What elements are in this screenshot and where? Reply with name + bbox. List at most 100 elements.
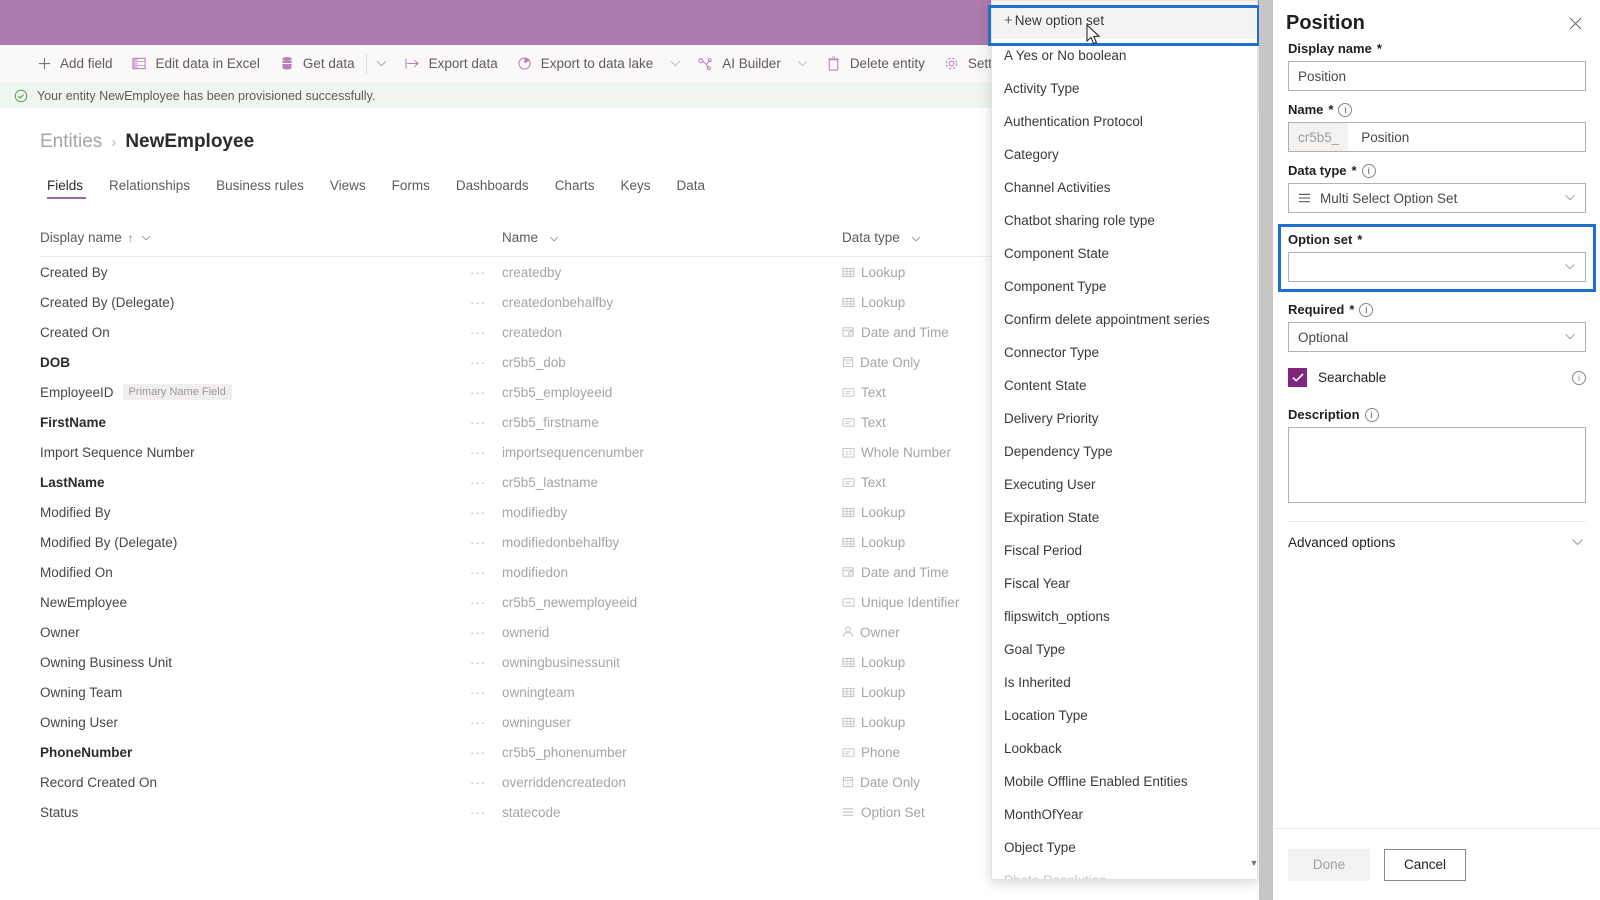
row-more-actions-icon[interactable]: ··· bbox=[470, 445, 502, 460]
dropdown-item[interactable]: Fiscal Period bbox=[992, 534, 1257, 567]
info-icon[interactable]: i bbox=[1338, 102, 1353, 117]
column-header-name[interactable]: Name bbox=[502, 230, 842, 245]
cell-logical-name: cr5b5_phonenumber bbox=[502, 744, 627, 760]
command-export-data[interactable]: Export data bbox=[395, 45, 507, 83]
tab-keys[interactable]: Keys bbox=[607, 178, 663, 199]
dropdown-item[interactable]: Component State bbox=[992, 237, 1257, 270]
close-icon[interactable] bbox=[1564, 13, 1586, 35]
option-set-select[interactable] bbox=[1288, 252, 1586, 282]
advanced-options-toggle[interactable]: Advanced options bbox=[1288, 521, 1586, 550]
description-textarea[interactable] bbox=[1288, 427, 1586, 503]
breadcrumb-entities-link[interactable]: Entities bbox=[40, 131, 102, 153]
row-more-actions-icon[interactable]: ··· bbox=[470, 265, 502, 280]
display-name-input[interactable]: Position bbox=[1288, 61, 1586, 91]
trash-icon bbox=[825, 55, 843, 73]
row-more-actions-icon[interactable]: ··· bbox=[470, 805, 502, 820]
info-icon[interactable]: i bbox=[1359, 302, 1374, 317]
dropdown-item[interactable]: Mobile Offline Enabled Entities bbox=[992, 765, 1257, 798]
dropdown-item[interactable]: Connector Type bbox=[992, 336, 1257, 369]
dropdown-item[interactable]: Authentication Protocol bbox=[992, 105, 1257, 138]
new-option-set-button[interactable]: + New option set bbox=[992, 1, 1257, 39]
dropdown-item[interactable]: Activity Type bbox=[992, 72, 1257, 105]
chevron-down-icon bbox=[1571, 537, 1584, 549]
dropdown-scroll-down-arrow-icon[interactable]: ▼ bbox=[1248, 857, 1257, 869]
row-more-actions-icon[interactable]: ··· bbox=[470, 595, 502, 610]
command-export-to-data-lake[interactable]: Export to data lake bbox=[507, 45, 663, 83]
row-more-actions-icon[interactable]: ··· bbox=[470, 745, 502, 760]
chevron-down-icon[interactable] bbox=[141, 235, 151, 241]
command-delete-entity[interactable]: Delete entity bbox=[816, 45, 934, 83]
dropdown-item[interactable]: A Yes or No boolean bbox=[992, 39, 1257, 72]
done-button[interactable]: Done bbox=[1288, 848, 1370, 881]
dropdown-item[interactable]: Is Inherited bbox=[992, 666, 1257, 699]
tab-relationships[interactable]: Relationships bbox=[96, 178, 203, 199]
dropdown-item[interactable]: Location Type bbox=[992, 699, 1257, 732]
dropdown-item-partial[interactable]: Photo Resolution bbox=[992, 864, 1257, 879]
dropdown-item[interactable]: Confirm delete appointment series bbox=[992, 303, 1257, 336]
row-more-actions-icon[interactable]: ··· bbox=[470, 685, 502, 700]
command-ai-builder[interactable]: AI Builder bbox=[688, 45, 790, 83]
info-icon[interactable]: i bbox=[1364, 407, 1379, 422]
name-input[interactable]: cr5b5_ Position bbox=[1288, 122, 1586, 152]
option-set-dropdown[interactable]: + New option set A Yes or No boolean Acti… bbox=[991, 0, 1258, 880]
dropdown-item[interactable]: Dependency Type bbox=[992, 435, 1257, 468]
tab-business-rules[interactable]: Business rules bbox=[203, 178, 317, 199]
row-more-actions-icon[interactable]: ··· bbox=[470, 325, 502, 340]
dropdown-item[interactable]: Executing User bbox=[992, 468, 1257, 501]
tab-fields[interactable]: Fields bbox=[42, 178, 96, 199]
dropdown-item[interactable]: MonthOfYear bbox=[992, 798, 1257, 831]
tab-forms[interactable]: Forms bbox=[379, 178, 443, 199]
row-more-actions-icon[interactable]: ··· bbox=[470, 355, 502, 370]
row-more-actions-icon[interactable]: ··· bbox=[470, 415, 502, 430]
row-more-actions-icon[interactable]: ··· bbox=[470, 475, 502, 490]
tab-data[interactable]: Data bbox=[663, 178, 718, 199]
row-more-actions-icon[interactable]: ··· bbox=[470, 535, 502, 550]
cancel-button[interactable]: Cancel bbox=[1384, 848, 1466, 881]
row-more-actions-icon[interactable]: ··· bbox=[470, 385, 502, 400]
command-get-data[interactable]: Get data bbox=[269, 45, 364, 83]
tab-views[interactable]: Views bbox=[317, 178, 379, 199]
dropdown-item[interactable]: Lookback bbox=[992, 732, 1257, 765]
required-select[interactable]: Optional bbox=[1288, 322, 1586, 352]
dropdown-item[interactable]: Chatbot sharing role type bbox=[992, 204, 1257, 237]
row-more-actions-icon[interactable]: ··· bbox=[470, 655, 502, 670]
command-edit-data-in-excel[interactable]: Edit data in Excel bbox=[122, 45, 269, 83]
dateonly-icon bbox=[842, 356, 854, 368]
dropdown-item[interactable]: Category bbox=[992, 138, 1257, 171]
ai-builder-chevron-down-icon[interactable] bbox=[790, 45, 816, 83]
chevron-down-icon[interactable] bbox=[549, 236, 559, 242]
panel-body: Display name * Position Name * i cr5b5_ … bbox=[1274, 41, 1600, 550]
dropdown-item[interactable]: Fiscal Year bbox=[992, 567, 1257, 600]
info-icon[interactable]: i bbox=[1361, 163, 1376, 178]
row-more-actions-icon[interactable]: ··· bbox=[470, 505, 502, 520]
tab-charts[interactable]: Charts bbox=[542, 178, 608, 199]
dropdown-item[interactable]: Goal Type bbox=[992, 633, 1257, 666]
field-display-name: PhoneNumber bbox=[40, 744, 133, 760]
column-header-display-name[interactable]: Display name ↑ bbox=[40, 230, 470, 245]
data-type-label: Date and Time bbox=[861, 564, 949, 580]
data-type-select[interactable]: Multi Select Option Set bbox=[1288, 183, 1586, 213]
dropdown-item[interactable]: Expiration State bbox=[992, 501, 1257, 534]
row-more-actions-icon[interactable]: ··· bbox=[470, 625, 502, 640]
cell-display-name: Created On bbox=[40, 325, 470, 340]
dropdown-item[interactable]: flipswitch_options bbox=[992, 600, 1257, 633]
required-asterisk: * bbox=[1351, 163, 1357, 178]
export-data-lake-chevron-down-icon[interactable] bbox=[662, 45, 688, 83]
guid-icon bbox=[842, 597, 855, 608]
dropdown-item[interactable]: Channel Activities bbox=[992, 171, 1257, 204]
info-icon[interactable]: i bbox=[1572, 370, 1586, 385]
dropdown-item[interactable]: Object Type bbox=[992, 831, 1257, 864]
row-more-actions-icon[interactable]: ··· bbox=[470, 295, 502, 310]
dropdown-item[interactable]: Content State bbox=[992, 369, 1257, 402]
get-data-chevron-down-icon[interactable] bbox=[369, 45, 395, 83]
dropdown-item[interactable]: Component Type bbox=[992, 270, 1257, 303]
command-add-field[interactable]: Add field bbox=[26, 45, 122, 83]
chevron-down-icon[interactable] bbox=[911, 236, 921, 242]
searchable-checkbox[interactable] bbox=[1288, 368, 1307, 387]
dropdown-item[interactable]: Delivery Priority bbox=[992, 402, 1257, 435]
tab-dashboards[interactable]: Dashboards bbox=[443, 178, 542, 199]
row-more-actions-icon[interactable]: ··· bbox=[470, 775, 502, 790]
row-more-actions-icon[interactable]: ··· bbox=[470, 565, 502, 580]
row-more-actions-icon[interactable]: ··· bbox=[470, 715, 502, 730]
field-display-name: Owner bbox=[40, 624, 80, 640]
